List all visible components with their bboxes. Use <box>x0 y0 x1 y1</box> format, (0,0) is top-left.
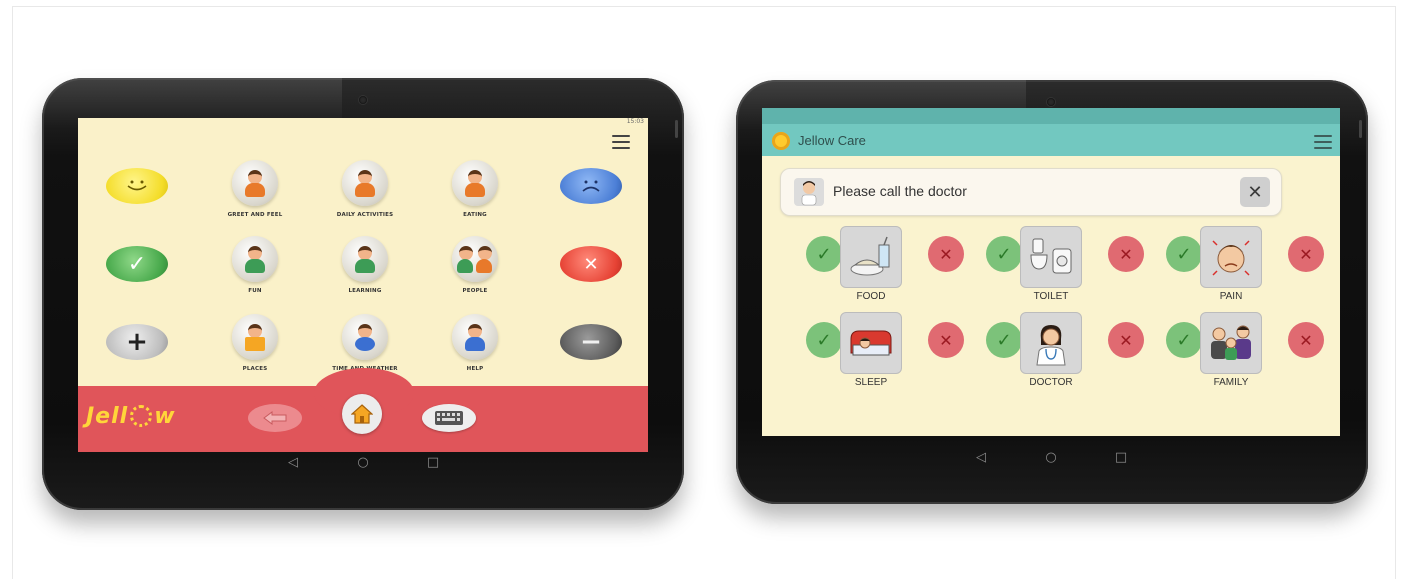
status-strip <box>762 108 1340 124</box>
yes-check-icon[interactable]: ✓ <box>1166 322 1202 358</box>
category-time-and-weather[interactable]: TIME AND WEATHER <box>310 314 420 372</box>
category-learning[interactable]: LEARNING <box>310 236 420 294</box>
tile-label: SLEEP <box>854 377 888 388</box>
nav-recent-icon[interactable]: □ <box>1111 450 1131 465</box>
yes-check-icon[interactable]: ✓ <box>1166 236 1202 272</box>
no-cross-icon[interactable]: ✕ <box>928 322 964 358</box>
jellow-logo: Jell w <box>86 404 176 429</box>
category-eating[interactable]: EATING <box>420 160 530 218</box>
sad-dislike-icon[interactable] <box>560 168 622 204</box>
cross-no-icon[interactable]: ✕ <box>560 246 622 282</box>
menu-icon[interactable] <box>612 135 630 149</box>
tile-pain[interactable]: ✓ ✕ PAIN <box>1164 226 1334 302</box>
category-label: GREET AND FEEL <box>227 212 283 218</box>
nav-home-icon[interactable]: ○ <box>1041 450 1061 465</box>
people-children-icon <box>452 236 498 282</box>
nav-back-icon[interactable]: ◁ <box>283 455 303 470</box>
check-yes-icon[interactable]: ✓ <box>106 246 168 282</box>
nav-home-icon[interactable]: ○ <box>353 455 373 470</box>
nav-recent-icon[interactable]: □ <box>423 455 443 470</box>
app-header: Jellow Care <box>762 108 1340 156</box>
eating-child-icon <box>452 160 498 206</box>
category-label: DAILY ACTIVITIES <box>336 212 394 218</box>
tile-toilet[interactable]: ✓ ✕ TOILET <box>984 226 1154 302</box>
no-cross-icon[interactable]: ✕ <box>1288 322 1324 358</box>
no-cross-icon[interactable]: ✕ <box>1108 236 1144 272</box>
keyboard-icon[interactable] <box>422 404 476 432</box>
jellow-app-icon <box>772 132 790 150</box>
status-time: 15:03 <box>626 118 644 125</box>
sleep-bed-icon <box>840 312 902 374</box>
yes-check-icon[interactable]: ✓ <box>986 236 1022 272</box>
tile-food[interactable]: ✓ ✕ FOOD <box>804 226 974 302</box>
yes-check-icon[interactable]: ✓ <box>806 236 842 272</box>
category-daily-activities[interactable]: DAILY ACTIVITIES <box>310 160 420 218</box>
plus-more-icon[interactable]: + <box>106 324 168 360</box>
nav-back-icon[interactable]: ◁ <box>971 450 991 465</box>
jellow-care-screen: Jellow Care Please call the doctor ✕ ✓ ✕… <box>762 108 1340 436</box>
category-places[interactable]: PLACES <box>200 314 310 372</box>
app-title: Jellow Care <box>798 133 866 148</box>
tile-label: FAMILY <box>1213 377 1249 388</box>
tile-family[interactable]: ✓ ✕ FAMILY <box>1164 312 1334 388</box>
front-camera <box>1047 98 1055 106</box>
category-label: FUN <box>248 288 262 294</box>
time-weather-clock-icon <box>342 314 388 360</box>
learning-child-icon <box>342 236 388 282</box>
category-label: EATING <box>463 212 487 218</box>
tile-label: DOCTOR <box>1029 377 1073 388</box>
doctor-icon <box>1020 312 1082 374</box>
no-cross-icon[interactable]: ✕ <box>1108 322 1144 358</box>
speech-text: Please call the doctor <box>833 183 967 199</box>
toilet-icon <box>1020 226 1082 288</box>
category-greet-and-feel[interactable]: GREET AND FEEL <box>200 160 310 218</box>
clear-speech-button[interactable]: ✕ <box>1240 177 1270 207</box>
side-button <box>1359 120 1362 138</box>
tile-label: TOILET <box>1033 291 1069 302</box>
category-label: HELP <box>466 366 484 372</box>
tile-label: FOOD <box>856 291 886 302</box>
yes-check-icon[interactable]: ✓ <box>806 322 842 358</box>
minus-less-icon[interactable]: − <box>560 324 622 360</box>
yes-check-icon[interactable]: ✓ <box>986 322 1022 358</box>
side-button <box>675 120 678 138</box>
category-people[interactable]: PEOPLE <box>420 236 530 294</box>
android-nav-bar: ◁ ○ □ <box>762 450 1340 465</box>
tile-sleep[interactable]: ✓ ✕ SLEEP <box>804 312 974 388</box>
back-arrow-icon[interactable] <box>248 404 302 432</box>
tile-label: PAIN <box>1219 291 1243 302</box>
daily-activities-child-icon <box>342 160 388 206</box>
category-help[interactable]: HELP <box>420 314 530 372</box>
places-house-icon <box>232 314 278 360</box>
speech-output-bar: Please call the doctor ✕ <box>780 168 1282 216</box>
doctor-avatar-icon <box>794 178 824 206</box>
no-cross-icon[interactable]: ✕ <box>928 236 964 272</box>
no-cross-icon[interactable]: ✕ <box>1288 236 1324 272</box>
fun-child-icon <box>232 236 278 282</box>
android-nav-bar: ◁ ○ □ <box>78 455 648 470</box>
family-icon <box>1200 312 1262 374</box>
category-label: LEARNING <box>348 288 382 294</box>
category-fun[interactable]: FUN <box>200 236 310 294</box>
help-question-icon <box>452 314 498 360</box>
tile-doctor[interactable]: ✓ ✕ DOCTOR <box>984 312 1154 388</box>
category-label: PLACES <box>242 366 268 372</box>
jellow-home-screen: 15:03 ✓ + ✕ − GREET AND FEEL DAILY ACTIV… <box>78 118 648 452</box>
status-bar: 15:03 <box>78 118 648 128</box>
menu-icon[interactable] <box>1314 135 1332 149</box>
pain-face-icon <box>1200 226 1262 288</box>
sun-logo-icon <box>130 405 153 427</box>
greet-child-icon <box>232 160 278 206</box>
front-camera <box>359 96 367 104</box>
category-label: PEOPLE <box>462 288 488 294</box>
food-icon <box>840 226 902 288</box>
home-icon[interactable] <box>342 394 382 434</box>
bottom-action-bar: Jell w <box>78 368 648 452</box>
smiley-like-icon[interactable] <box>106 168 168 204</box>
